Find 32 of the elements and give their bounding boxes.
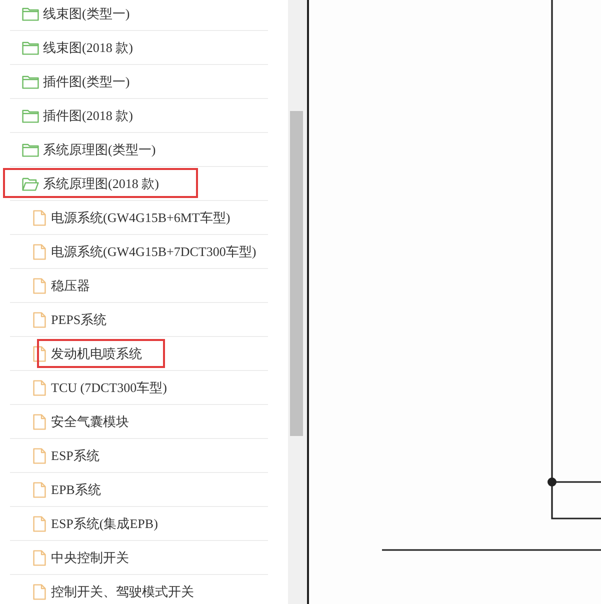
file-icon — [33, 346, 46, 362]
tree-item[interactable]: 系统原理图(类型一) — [10, 133, 268, 167]
file-icon — [33, 584, 46, 600]
tree-item[interactable]: ESP系统 — [10, 439, 268, 473]
tree-item[interactable]: 线束图(2018 款) — [10, 31, 268, 65]
file-icon — [33, 482, 46, 498]
file-icon — [33, 414, 46, 430]
file-icon — [33, 312, 46, 328]
file-icon — [33, 516, 46, 532]
tree-item[interactable]: EPB系统 — [10, 473, 268, 507]
tree-item[interactable]: 插件图(类型一) — [10, 65, 268, 99]
tree-item[interactable]: 稳压器 — [10, 269, 268, 303]
tree-item[interactable]: 插件图(2018 款) — [10, 99, 268, 133]
tree-item[interactable]: TCU (7DCT300车型) — [10, 371, 268, 405]
file-icon — [33, 448, 46, 464]
tree-item[interactable]: 电源系统(GW4G15B+6MT车型) — [10, 201, 268, 235]
junction-dot — [548, 478, 556, 486]
file-icon — [33, 380, 46, 396]
scrollbar-thumb[interactable] — [290, 111, 303, 436]
tree-item[interactable]: 中央控制开关 — [10, 541, 268, 575]
tree-item[interactable]: 系统原理图(2018 款) — [10, 167, 268, 201]
tree-item[interactable]: 线束图(类型一) — [10, 0, 268, 31]
tree-item[interactable]: 控制开关、驾驶模式开关 — [10, 575, 268, 604]
tree-item[interactable]: 安全气囊模块 — [10, 405, 268, 439]
file-icon — [33, 210, 46, 226]
tree-item[interactable]: 电源系统(GW4G15B+7DCT300车型) — [10, 235, 268, 269]
tree-item[interactable]: ESP系统(集成EPB) — [10, 507, 268, 541]
file-icon — [33, 550, 46, 566]
tree-item[interactable]: PEPS系统 — [10, 303, 268, 337]
file-icon — [33, 278, 46, 294]
file-icon — [33, 244, 46, 260]
tree-item[interactable]: 发动机电喷系统 — [10, 337, 268, 371]
